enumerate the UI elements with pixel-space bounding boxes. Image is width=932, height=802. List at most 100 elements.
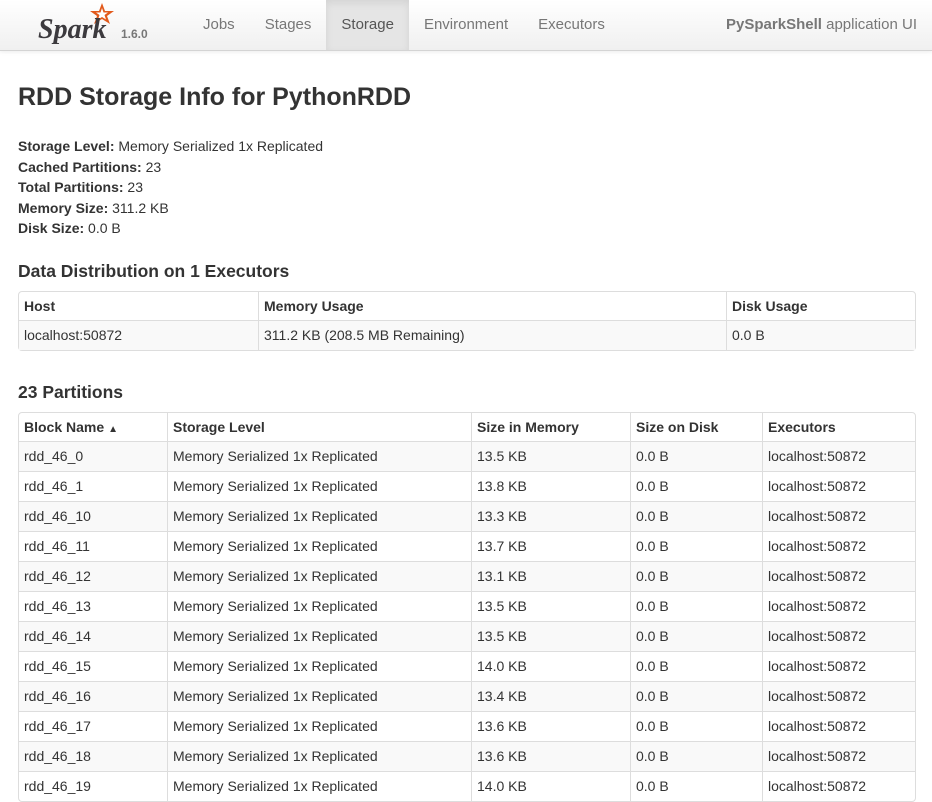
cell-executors: localhost:50872 (762, 770, 915, 801)
cell-size-in-memory: 13.1 KB (471, 560, 630, 591)
table-header-row: Host Memory Usage Disk Usage (19, 291, 915, 320)
rdd-summary: Storage Level: Memory Serialized 1x Repl… (18, 136, 916, 239)
cell-executors: localhost:50872 (762, 440, 915, 471)
table-row: rdd_46_13 Memory Serialized 1x Replicated… (19, 590, 915, 621)
cell-block-name: rdd_46_15 (19, 650, 167, 681)
cell-size-on-disk: 0.0 B (630, 440, 762, 471)
summary-storage-level: Storage Level: Memory Serialized 1x Repl… (18, 136, 916, 157)
cell-size-on-disk: 0.0 B (630, 500, 762, 531)
cell-size-on-disk: 0.0 B (630, 590, 762, 621)
tab-environment[interactable]: Environment (409, 0, 523, 50)
cell-storage-level: Memory Serialized 1x Replicated (167, 740, 471, 771)
cell-memory-usage: 311.2 KB (208.5 MB Remaining) (258, 319, 726, 350)
cell-storage-level: Memory Serialized 1x Replicated (167, 530, 471, 561)
summary-total-partitions: Total Partitions: 23 (18, 177, 916, 198)
cell-storage-level: Memory Serialized 1x Replicated (167, 680, 471, 711)
cell-block-name: rdd_46_19 (19, 770, 167, 801)
cell-executors: localhost:50872 (762, 680, 915, 711)
table-row: rdd_46_10 Memory Serialized 1x Replicated… (19, 500, 915, 531)
tab-jobs[interactable]: Jobs (188, 0, 250, 50)
cell-executors: localhost:50872 (762, 710, 915, 741)
column-header-size-in-memory[interactable]: Size in Memory (471, 412, 630, 441)
column-header-executors[interactable]: Executors (762, 412, 915, 441)
cell-size-in-memory: 13.5 KB (471, 590, 630, 621)
navbar: Spark 1.6.0 Jobs Stages Storage Environm… (0, 0, 932, 51)
tab-storage[interactable]: Storage (326, 0, 409, 50)
column-header-disk-usage[interactable]: Disk Usage (726, 291, 915, 320)
cell-size-on-disk: 0.0 B (630, 530, 762, 561)
column-header-size-on-disk[interactable]: Size on Disk (630, 412, 762, 441)
cell-storage-level: Memory Serialized 1x Replicated (167, 710, 471, 741)
table-header-row: Block Name ▲ Storage Level Size in Memory… (19, 412, 915, 441)
cell-executors: localhost:50872 (762, 560, 915, 591)
cell-size-on-disk: 0.0 B (630, 620, 762, 651)
cell-size-in-memory: 13.5 KB (471, 440, 630, 471)
cell-size-in-memory: 13.8 KB (471, 470, 630, 501)
cell-size-in-memory: 13.7 KB (471, 530, 630, 561)
spark-logo[interactable]: Spark 1.6.0 (36, 0, 156, 50)
partitions-table-body: rdd_46_0 Memory Serialized 1x Replicated 1… (19, 440, 915, 801)
cell-block-name: rdd_46_10 (19, 500, 167, 531)
column-header-storage-level[interactable]: Storage Level (167, 412, 471, 441)
cell-size-on-disk: 0.0 B (630, 470, 762, 501)
cell-storage-level: Memory Serialized 1x Replicated (167, 620, 471, 651)
nav-tabs: Jobs Stages Storage Environment Executor… (188, 0, 620, 50)
distribution-heading: Data Distribution on 1 Executors (18, 260, 290, 281)
cell-executors: localhost:50872 (762, 650, 915, 681)
cell-size-in-memory: 13.5 KB (471, 620, 630, 651)
tab-stages[interactable]: Stages (250, 0, 327, 50)
cell-storage-level: Memory Serialized 1x Replicated (167, 560, 471, 591)
cell-block-name: rdd_46_12 (19, 560, 167, 591)
table-row: rdd_46_17 Memory Serialized 1x Replicated… (19, 710, 915, 741)
summary-value: 23 (123, 179, 143, 195)
sort-ascending-icon: ▲ (108, 423, 119, 435)
cell-executors: localhost:50872 (762, 740, 915, 771)
table-row: rdd_46_18 Memory Serialized 1x Replicated… (19, 740, 915, 771)
cell-block-name: rdd_46_17 (19, 710, 167, 741)
cell-block-name: rdd_46_0 (19, 440, 167, 471)
cell-size-in-memory: 14.0 KB (471, 650, 630, 681)
summary-label: Total Partitions: (18, 179, 124, 195)
cell-executors: localhost:50872 (762, 530, 915, 561)
table-row: rdd_46_1 Memory Serialized 1x Replicated 1… (19, 470, 915, 501)
summary-value: 0.0 B (84, 220, 121, 236)
table-row: rdd_46_16 Memory Serialized 1x Replicated… (19, 680, 915, 711)
brand-version: 1.6.0 (121, 27, 148, 41)
app-name: PySparkShell (726, 16, 822, 33)
cell-storage-level: Memory Serialized 1x Replicated (167, 440, 471, 471)
summary-value: 311.2 KB (108, 199, 169, 216)
svg-text:Spark: Spark (38, 14, 106, 44)
cell-size-in-memory: 14.0 KB (471, 770, 630, 801)
summary-label: Disk Size: (18, 220, 85, 236)
cell-block-name: rdd_46_18 (19, 740, 167, 771)
table-row: rdd_46_14 Memory Serialized 1x Replicated… (19, 620, 915, 651)
column-header-label: Block Name (24, 418, 105, 435)
cell-storage-level: Memory Serialized 1x Replicated (167, 470, 471, 501)
column-header-block-name[interactable]: Block Name ▲ (19, 413, 167, 441)
cell-disk-usage: 0.0 B (726, 319, 915, 350)
cell-storage-level: Memory Serialized 1x Replicated (167, 590, 471, 621)
summary-memory-size: Memory Size: 311.2 KB (18, 198, 916, 219)
summary-value: Memory Serialized 1x Replicated (114, 138, 324, 154)
cell-executors: localhost:50872 (762, 620, 915, 651)
page-title: RDD Storage Info for PythonRDD (18, 83, 412, 111)
summary-cached-partitions: Cached Partitions: 23 (18, 157, 916, 178)
tab-executors[interactable]: Executors (523, 0, 620, 50)
column-header-host[interactable]: Host (19, 292, 258, 320)
cell-size-on-disk: 0.0 B (630, 770, 762, 801)
table-row: rdd_46_11 Memory Serialized 1x Replicated… (19, 530, 915, 561)
summary-value: 23 (141, 158, 162, 175)
table-row: rdd_46_0 Memory Serialized 1x Replicated 1… (19, 440, 915, 471)
cell-executors: localhost:50872 (762, 590, 915, 621)
cell-block-name: rdd_46_11 (19, 530, 167, 561)
cell-size-in-memory: 13.4 KB (471, 680, 630, 711)
cell-size-in-memory: 13.3 KB (471, 500, 630, 531)
spark-star-icon: Spark (38, 3, 114, 44)
table-row: rdd_46_15 Memory Serialized 1x Replicated… (19, 650, 915, 681)
cell-storage-level: Memory Serialized 1x Replicated (167, 650, 471, 681)
column-header-memory-usage[interactable]: Memory Usage (258, 291, 726, 320)
cell-block-name: rdd_46_14 (19, 620, 167, 651)
cell-storage-level: Memory Serialized 1x Replicated (167, 500, 471, 531)
app-title: PySparkShell application UI (726, 0, 917, 50)
cell-block-name: rdd_46_13 (19, 590, 167, 621)
